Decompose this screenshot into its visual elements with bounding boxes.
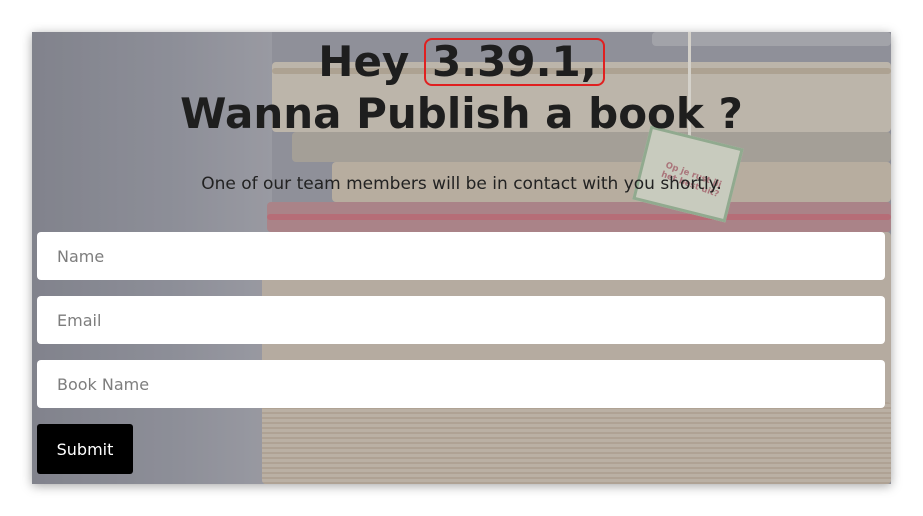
page-title: Hey 3.39.1, Wanna Publish a book ? [32,32,891,140]
email-input[interactable] [37,296,885,344]
subtitle-text: One of our team members will be in conta… [201,174,722,194]
greeting-text: Hey [318,37,410,86]
book-name-input[interactable] [37,360,885,408]
submit-button[interactable]: Submit [37,424,133,474]
title-line-2: Wanna Publish a book ? [180,89,743,138]
publish-card: Op je rust jij het best uit? Hey 3.39.1,… [32,32,891,484]
version-highlight: 3.39.1, [423,38,605,86]
name-input[interactable] [37,232,885,280]
